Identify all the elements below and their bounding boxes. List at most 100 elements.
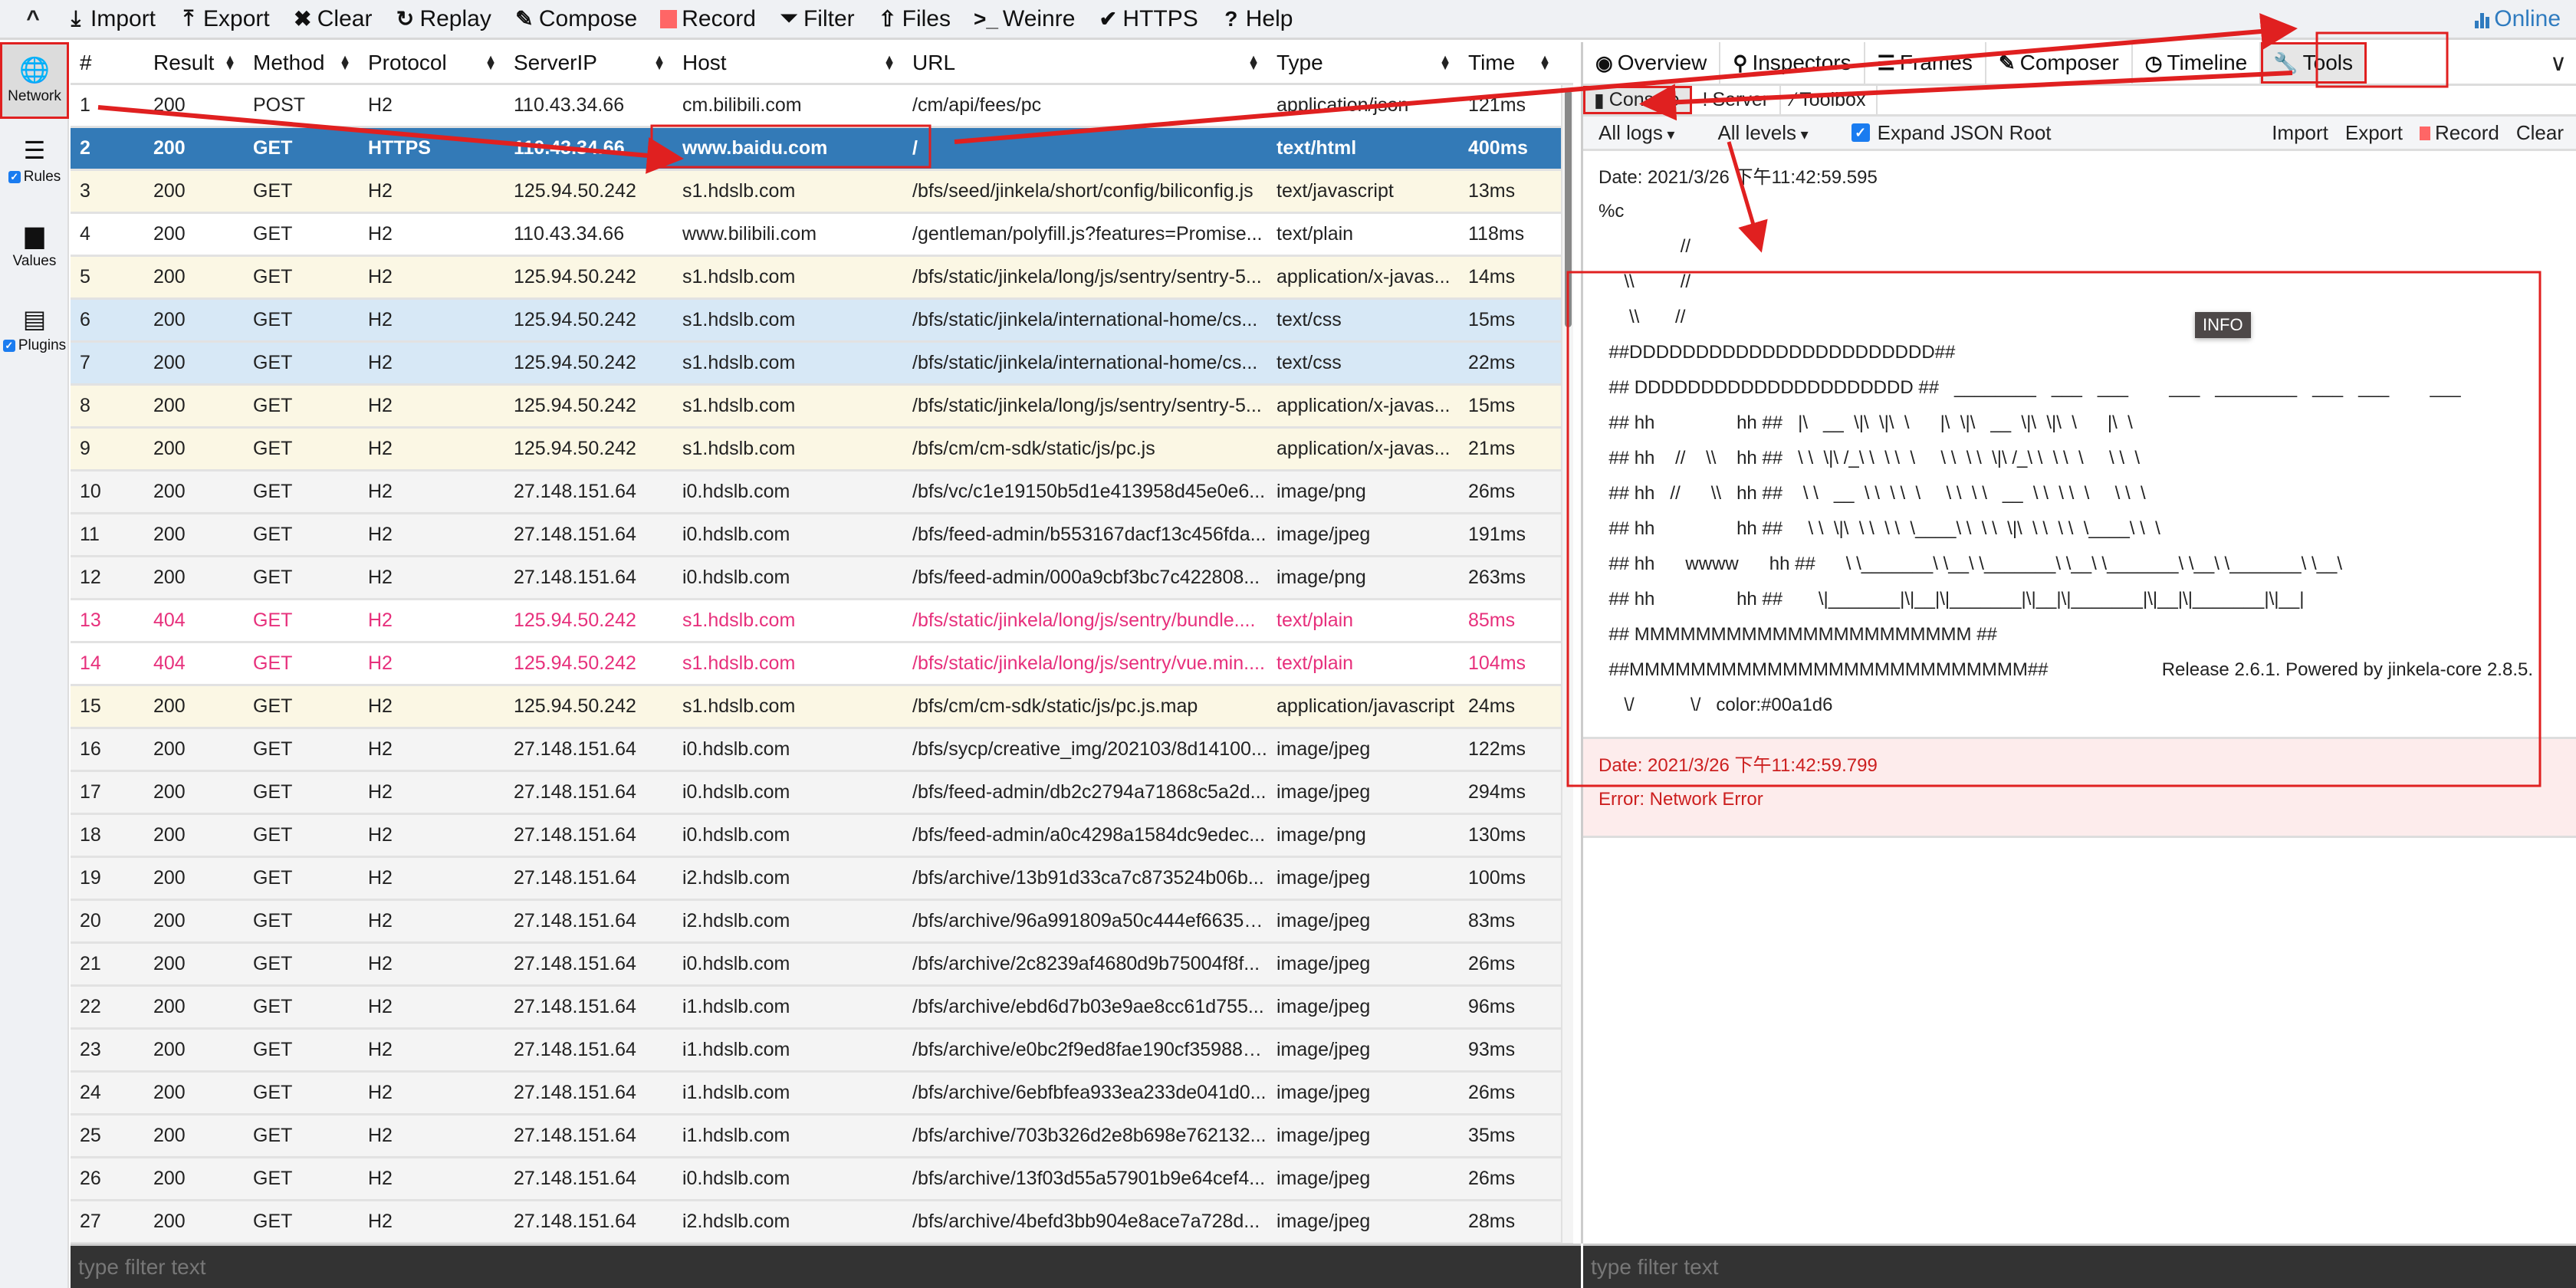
table-row[interactable]: 25 200 GET H2 27.148.151.64 i1.hdslb.com/bfs/… [71,1116,1573,1158]
table-scrollbar[interactable] [1561,85,1573,1243]
sort-icon[interactable]: ▲ ▼ [1539,53,1551,72]
column-header-serverip[interactable]: ServerIP ▲ ▼ [504,42,673,84]
table-row[interactable]: 10 200 GET H2 27.148.151.64 i0.hdslb.com/bfs/… [71,472,1573,514]
tab-tools[interactable]: 🔧 Tools [2261,42,2367,84]
table-row[interactable]: 24 200 GET H2 27.148.151.64 i1.hdslb.com/bfs/… [71,1073,1573,1116]
tab-composer[interactable]: ✎ Composer [1986,42,2133,84]
cell-method: GET [253,953,293,974]
sort-icon[interactable]: ▲ ▼ [653,53,665,72]
console-record-button[interactable]: Record [2420,121,2499,145]
sort-icon[interactable]: ▲ ▼ [339,53,351,72]
help-button[interactable]: ? Help [1221,6,1293,32]
column-header-host[interactable]: Host ▲ ▼ [673,42,903,84]
sort-icon[interactable]: ▲ ▼ [485,53,497,72]
log-line: Error: Network Error [1598,782,2561,817]
table-row[interactable]: 23 200 GET H2 27.148.151.64 i1.hdslb.com/bfs/… [71,1030,1573,1073]
clear-button[interactable]: ✖ Clear [293,6,372,32]
sort-icon[interactable]: ▲ ▼ [1247,53,1260,72]
filter-button[interactable]: ⏷ Filter [779,6,855,32]
tab-overview[interactable]: ◉ Overview [1583,42,1721,84]
table-row[interactable]: 12 200 GET H2 27.148.151.64 i0.hdslb.com/bfs/… [71,557,1573,600]
sort-icon[interactable]: ▲ ▼ [1439,53,1451,72]
compose-button[interactable]: ✎ Compose [514,6,637,32]
column-header-method[interactable]: Method ▲ ▼ [244,42,359,84]
log-line: ## MMMMMMMMMMMMMMMMMMMMMM ## [1598,617,2561,652]
tab-inspectors[interactable]: ⚲ Inspectors [1720,42,1865,84]
console-export-button[interactable]: Export [2345,121,2403,145]
sort-icon[interactable]: ▲ ▼ [224,53,236,72]
more-tabs-button[interactable]: ∨ [2550,42,2576,84]
table-row[interactable]: 14 404 GET H2 125.94.50.242 s1.hdslb.com/bfs/… [71,643,1573,686]
log-line: ## hh // \\ hh ## \ \ \|\ /_\ \ \ \ \ \ … [1598,441,2561,476]
sidebar-rules-checkbox[interactable]: ✓ [8,171,21,183]
column-header-type[interactable]: Type ▲ ▼ [1267,42,1459,84]
table-row[interactable]: 20 200 GET H2 27.148.151.64 i2.hdslb.com/bfs/… [71,901,1573,944]
subtab-toolbox[interactable]: ⁄ Toolbox [1781,86,1878,114]
replay-button[interactable]: ↻ Replay [395,6,491,32]
console-clear-button[interactable]: Clear [2516,121,2564,145]
all-logs-dropdown[interactable]: All logs [1598,121,1674,145]
sidebar-item-values[interactable]: ▆ Values [0,203,69,288]
table-row[interactable]: 18 200 GET H2 27.148.151.64 i0.hdslb.com/bfs/… [71,815,1573,858]
table-row[interactable]: 3 200 GET H2 125.94.50.242 s1.hdslb.com/bfs/s… [71,171,1573,214]
table-row[interactable]: 9 200 GET H2 125.94.50.242 s1.hdslb.com/bfs/c… [71,429,1573,472]
table-row[interactable]: 17 200 GET H2 27.148.151.64 i0.hdslb.com/bfs/… [71,772,1573,815]
cell-method: GET [253,824,293,846]
import-button[interactable]: ⤓ Import [66,6,156,32]
record-button[interactable]: Record [660,6,756,32]
table-row[interactable]: 16 200 GET H2 27.148.151.64 i0.hdslb.com/bfs/… [71,729,1573,772]
column-header-result[interactable]: Result ▲ ▼ [144,42,244,84]
column-header-time[interactable]: Time ▲ ▼ [1459,42,1559,84]
cell-url: /bfs/static/jinkela/international-home/c… [912,352,1258,373]
sort-icon[interactable]: ▲ ▼ [883,53,895,72]
weinre-button[interactable]: >_ Weinre [974,6,1075,32]
cell-ip: 125.94.50.242 [514,309,636,330]
cell-method: GET [253,1211,293,1232]
console-filter-input[interactable] [1583,1246,2576,1288]
tab-frames[interactable]: ☰ Frames [1865,42,1986,84]
table-row[interactable]: 21 200 GET H2 27.148.151.64 i0.hdslb.com/bfs/… [71,944,1573,987]
sidebar-plugins-checkbox[interactable]: ✓ [2,340,15,352]
tab-label: Inspectors [1752,51,1852,74]
table-row[interactable]: 1 200 POST H2 110.43.34.66 cm.bilibili.com/cm… [71,85,1573,128]
table-row[interactable]: 11 200 GET H2 27.148.151.64 i0.hdslb.com/bfs/… [71,514,1573,557]
sidebar-item-network[interactable]: 🌐 Network [0,42,69,119]
column-header-number[interactable]: # [71,42,144,84]
cell-method: GET [253,223,293,245]
table-row[interactable]: 5 200 GET H2 125.94.50.242 s1.hdslb.com/bfs/s… [71,257,1573,300]
scrollbar-thumb[interactable] [1565,90,1572,327]
sidebar-item-rules[interactable]: ☰ ✓ Rules [0,119,69,203]
table-row[interactable]: 27 200 GET H2 27.148.151.64 i2.hdslb.com/bfs/… [71,1201,1573,1244]
cell-result: 200 [153,352,186,373]
console-import-button[interactable]: Import [2272,121,2328,145]
cell-type: image/jpeg [1276,953,1371,974]
export-button[interactable]: ⤒ Export [179,6,270,32]
expand-json-root-checkbox[interactable]: ✓ Expand JSON Root [1851,121,2052,145]
column-header-protocol[interactable]: Protocol ▲ ▼ [359,42,504,84]
subtab-console[interactable]: ▮ Console [1583,86,1692,114]
sidebar-item-plugins[interactable]: ▤ ✓ Plugins [0,288,69,372]
all-levels-dropdown[interactable]: All levels [1717,121,1808,145]
toolbar-buttons: ⤓ Import ⤒ Export ✖ Clear ↻ Replay ✎ Compose Recor… [66,6,1316,32]
table-row[interactable]: 19 200 GET H2 27.148.151.64 i2.hdslb.com/bfs/… [71,858,1573,901]
collapse-toolbar-button[interactable]: ^ [0,6,66,32]
table-row[interactable]: 4 200 GET H2 110.43.34.66 www.bilibili.com/ge… [71,214,1573,257]
cell-time: 28ms [1468,1211,1516,1232]
table-row[interactable]: 7 200 GET H2 125.94.50.242 s1.hdslb.com/bfs/s… [71,343,1573,386]
cell-num: 7 [80,352,90,373]
tab-timeline[interactable]: ◷ Timeline [2133,42,2262,84]
table-row[interactable]: 6 200 GET H2 125.94.50.242 s1.hdslb.com/bfs/s… [71,300,1573,343]
files-button[interactable]: ⇧ Files [878,6,951,32]
network-filter-input[interactable] [71,1246,1581,1288]
table-row[interactable]: 2 200 GET HTTPS 110.43.34.66 www.baidu.com / te… [71,128,1573,171]
table-row[interactable]: 22 200 GET H2 27.148.151.64 i1.hdslb.com/bfs/… [71,987,1573,1030]
table-row[interactable]: 15 200 GET H2 125.94.50.242 s1.hdslb.com/bfs/… [71,686,1573,729]
table-row[interactable]: 26 200 GET H2 27.148.151.64 i0.hdslb.com/bfs/… [71,1158,1573,1201]
subtab-server[interactable]: ! Server [1692,86,1782,114]
weinre-label: Weinre [1002,5,1076,31]
online-status-button[interactable]: Online [2475,6,2561,32]
table-row[interactable]: 13 404 GET H2 125.94.50.242 s1.hdslb.com/bfs/… [71,600,1573,643]
table-row[interactable]: 8 200 GET H2 125.94.50.242 s1.hdslb.com/bfs/s… [71,386,1573,429]
column-header-url[interactable]: URL ▲ ▼ [903,42,1267,84]
https-button[interactable]: ✔ HTTPS [1098,6,1198,32]
